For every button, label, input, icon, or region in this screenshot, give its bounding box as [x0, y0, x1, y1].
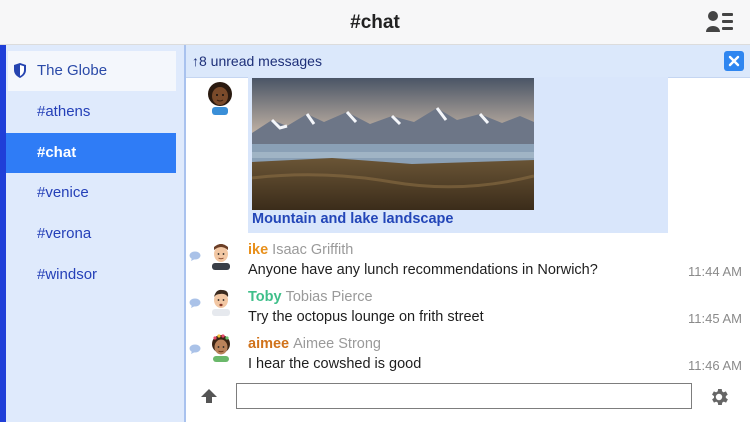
channel-label: #windsor [37, 266, 98, 283]
message-text: I hear the cowshed is good [248, 356, 422, 372]
message-composer [186, 375, 750, 422]
gear-icon [712, 389, 728, 405]
avatar [208, 82, 232, 115]
chat-bubble-icon [189, 298, 201, 308]
avatar [212, 334, 230, 362]
channel-title: #chat [350, 12, 400, 33]
server-item-the-globe[interactable]: The Globe [8, 51, 176, 91]
message-author-line: Toby Tobias Pierce [248, 289, 373, 305]
settings-button[interactable] [708, 386, 730, 408]
sidebar-item-windsor[interactable]: #windsor [8, 255, 176, 295]
sidebar-item-verona[interactable]: #verona [8, 214, 176, 254]
channel-label: #venice [37, 184, 89, 201]
chat-panel: ↑8 unread messages Mountain and lake lan… [186, 45, 750, 422]
user-list-icon [706, 11, 733, 32]
sidebar-accent-bar [0, 45, 6, 422]
close-icon [728, 55, 740, 67]
message-nick[interactable]: ike [248, 242, 268, 258]
message-realname: Tobias Pierce [285, 289, 373, 305]
chat-bubble-icon [189, 344, 201, 354]
landscape-image[interactable] [252, 78, 534, 210]
avatar [212, 289, 230, 316]
message-realname: Aimee Strong [293, 336, 381, 352]
message-timestamp: 11:46 AM [688, 358, 742, 373]
user-list-button[interactable] [706, 10, 734, 34]
channel-label: #chat [37, 144, 77, 161]
channel-label: #athens [37, 103, 91, 120]
shield-icon [14, 63, 26, 78]
sidebar-item-athens[interactable]: #athens [8, 92, 176, 132]
channel-label: #verona [37, 225, 92, 242]
close-banner-button[interactable] [724, 51, 744, 71]
sidebar-item-venice[interactable]: #venice [8, 173, 176, 213]
upload-button[interactable] [200, 387, 218, 405]
channel-sidebar: The Globe #athens #chat #venice #verona … [0, 45, 186, 422]
header-bar: #chat [0, 0, 750, 45]
message-nick[interactable]: aimee [248, 336, 289, 352]
chat-bubble-icon [189, 251, 201, 261]
unread-count: ↑8 unread messages [192, 53, 322, 69]
sidebar-item-chat[interactable]: #chat [6, 133, 176, 173]
message-author-line: aimee Aimee Strong [248, 336, 381, 352]
unread-banner[interactable]: ↑8 unread messages [186, 45, 750, 78]
message-text: Try the octopus lounge on frith street [248, 309, 484, 325]
mountain-lake-image [252, 78, 534, 210]
image-caption-link[interactable]: Mountain and lake landscape [252, 211, 453, 227]
message-realname: Isaac Griffith [272, 242, 354, 258]
message-timestamp: 11:45 AM [688, 311, 742, 326]
message-nick[interactable]: Toby [248, 289, 282, 305]
server-label: The Globe [37, 62, 108, 79]
avatar [212, 244, 230, 270]
upload-icon [201, 389, 217, 403]
message-text: Anyone have any lunch recommendations in… [248, 262, 598, 278]
message-timestamp: 11:44 AM [688, 264, 742, 279]
message-author-line: ike Isaac Griffith [248, 242, 353, 258]
message-input[interactable] [236, 383, 692, 409]
